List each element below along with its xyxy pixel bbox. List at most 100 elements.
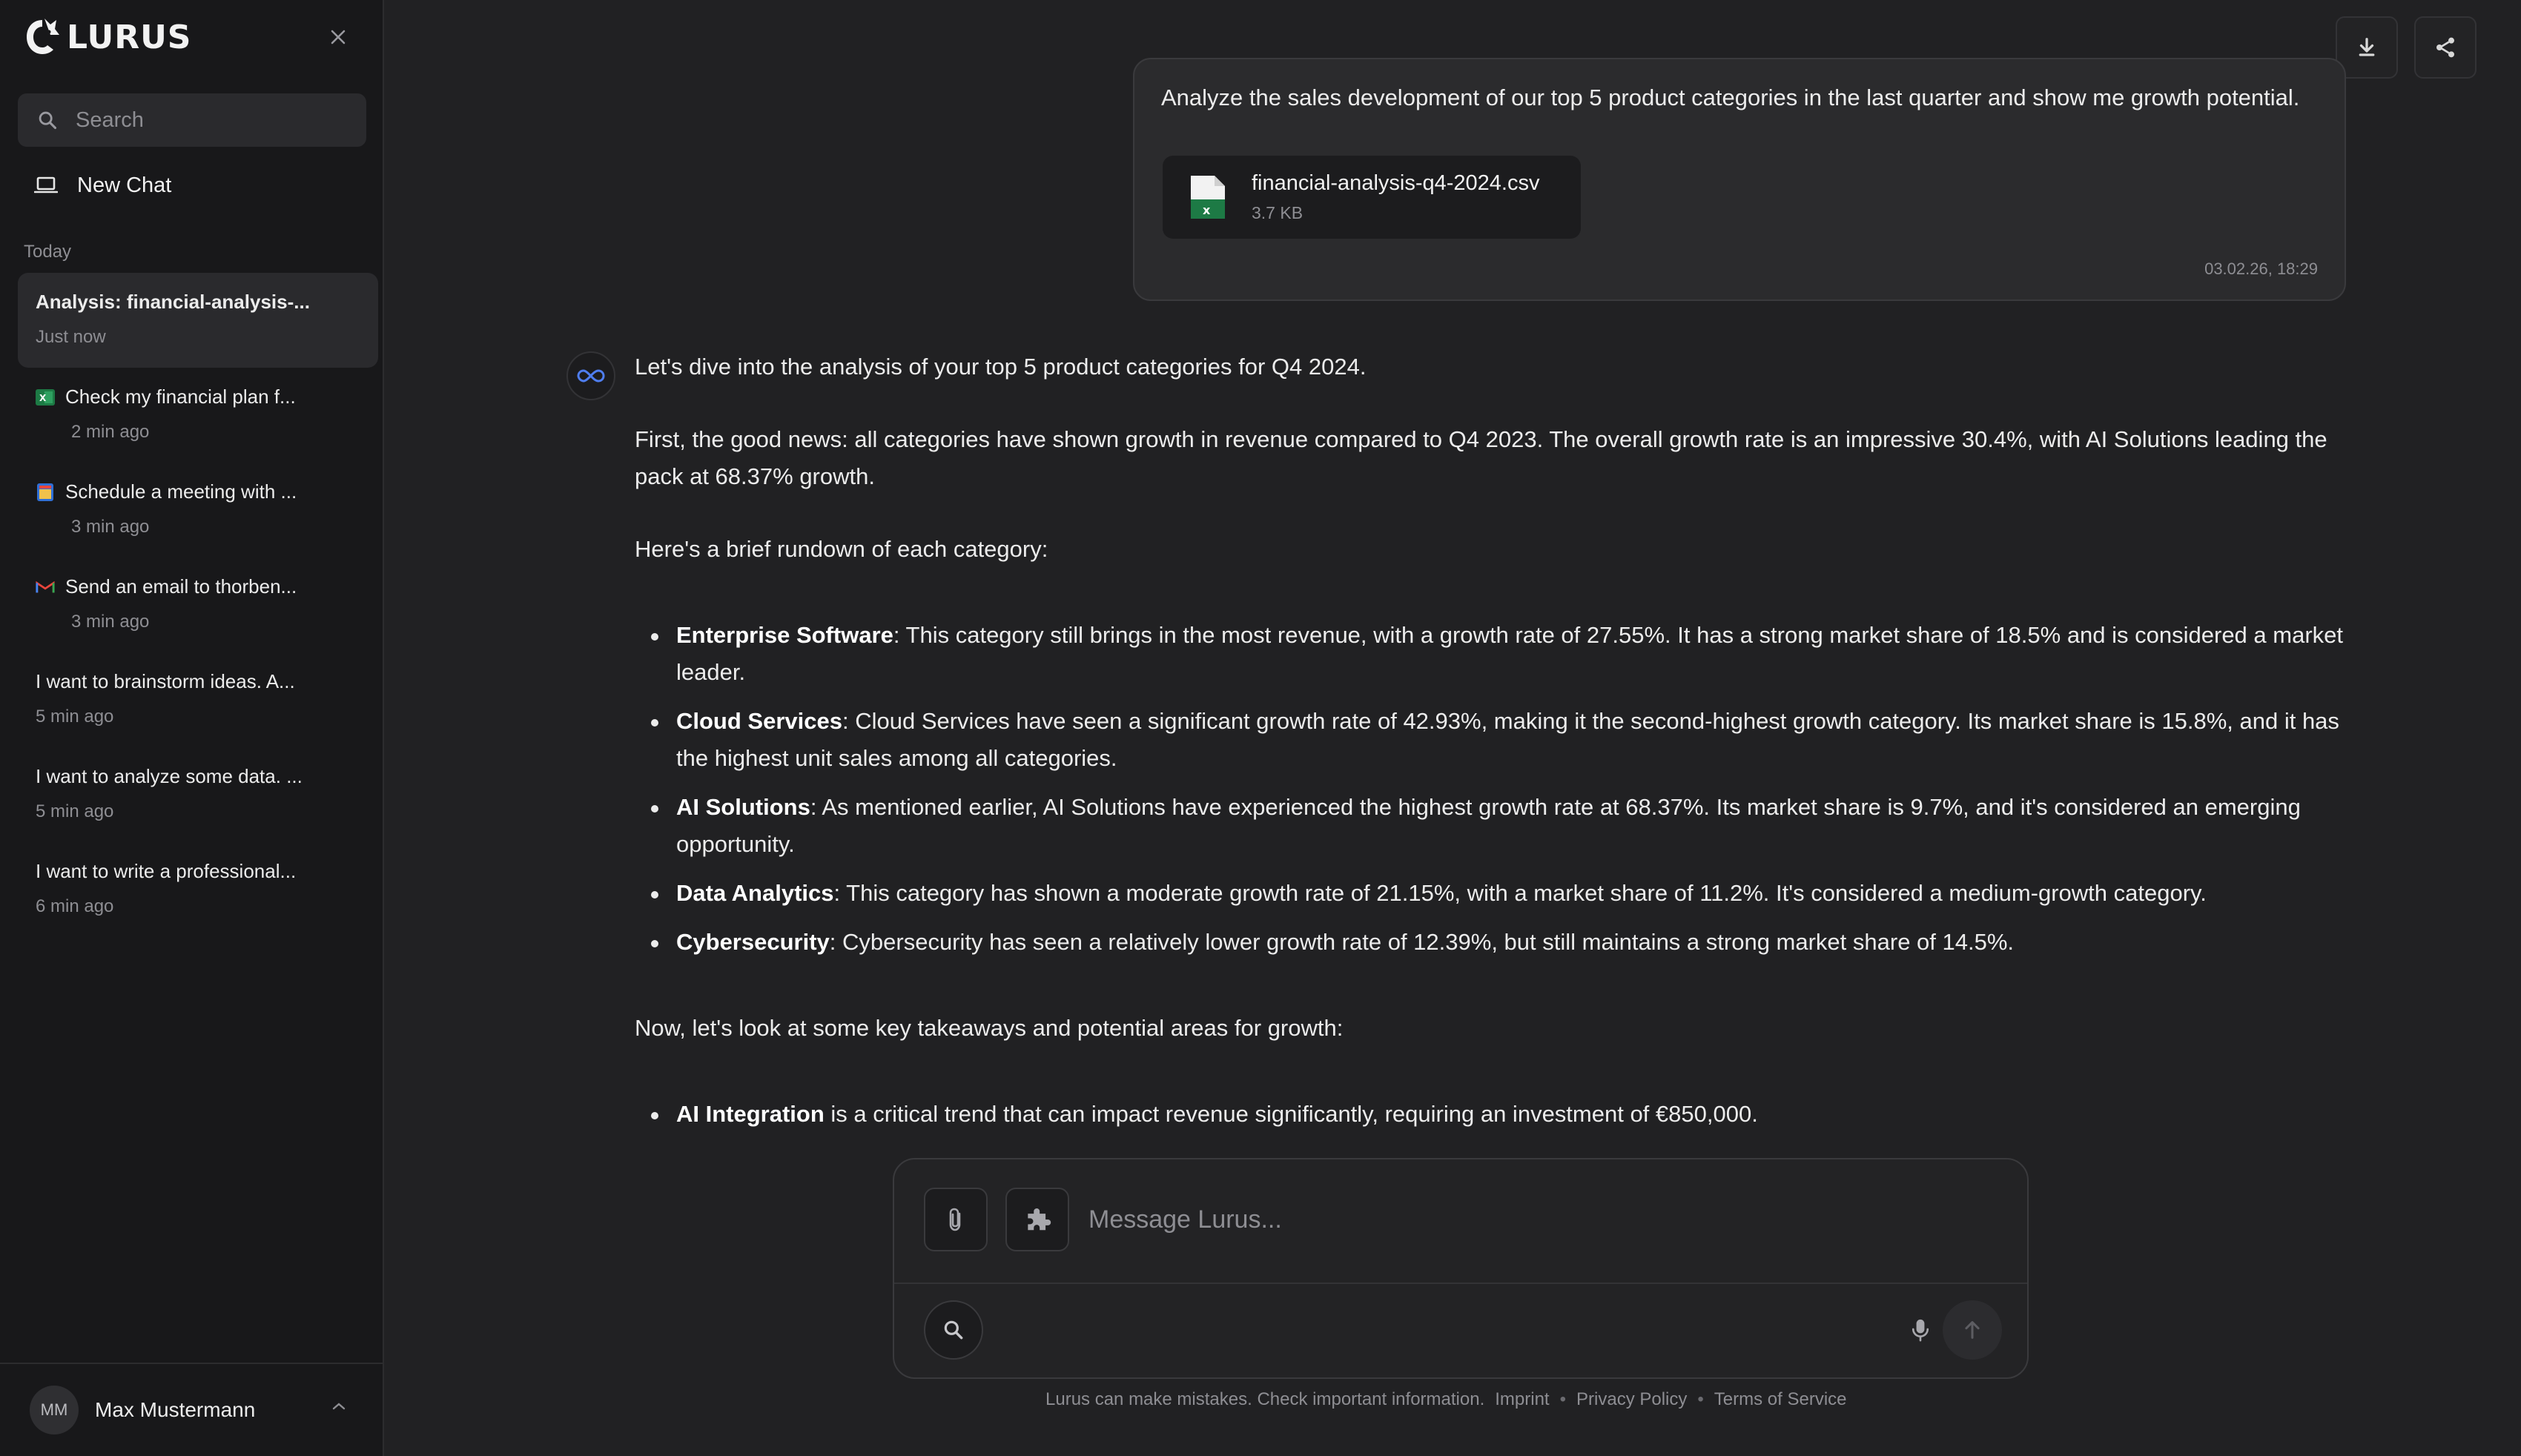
- puzzle-icon: [1028, 1208, 1051, 1231]
- chat-time: 3 min ago: [71, 612, 150, 632]
- chat-time: 2 min ago: [71, 422, 150, 442]
- microphone-icon: [1912, 1319, 1929, 1342]
- chat-history-list: Analysis: financial-analysis-... Just no…: [18, 273, 378, 937]
- new-chat-button[interactable]: New Chat: [18, 162, 366, 209]
- chat-title: I want to brainstorm ideas. A...: [36, 670, 295, 692]
- separator-dot: •: [1697, 1389, 1704, 1409]
- answer-paragraph: Here's a brief rundown of each category:: [635, 536, 1048, 562]
- sidebar: LURUS New Chat Today Analysis: financial…: [0, 0, 384, 1456]
- chat-title: I want to write a professional...: [36, 860, 297, 882]
- category-text: : This category has shown a moderate gro…: [833, 880, 2207, 906]
- close-sidebar-button[interactable]: [323, 22, 353, 52]
- chevron-up-icon: [332, 1403, 346, 1410]
- takeaway-list: AI Integration is a critical trend that …: [635, 1096, 2347, 1133]
- imprint-link[interactable]: Imprint: [1495, 1389, 1549, 1410]
- chat-title: Check my financial plan f...: [65, 385, 296, 408]
- share-icon: [2436, 37, 2454, 58]
- chat-time: 5 min ago: [36, 707, 114, 727]
- avatar: MM: [30, 1386, 79, 1435]
- laptop-icon: [34, 176, 58, 193]
- section-today-label: Today: [24, 242, 72, 262]
- gmail-icon: [36, 578, 55, 597]
- voice-input-button[interactable]: [1891, 1300, 1950, 1360]
- brand-logo[interactable]: LURUS: [22, 13, 192, 61]
- user-name: Max Mustermann: [95, 1398, 256, 1421]
- chat-item[interactable]: Schedule a meeting with ... 3 min ago: [18, 463, 378, 557]
- search-input[interactable]: [76, 107, 357, 133]
- message-composer: [893, 1158, 2029, 1379]
- svg-text:X: X: [39, 393, 47, 403]
- close-icon: [331, 30, 346, 44]
- terms-of-service-link[interactable]: Terms of Service: [1714, 1389, 1847, 1410]
- csv-file-icon: x: [1191, 176, 1225, 219]
- user-message: Analyze the sales development of our top…: [1133, 58, 2346, 301]
- sidebar-search[interactable]: [18, 93, 366, 147]
- takeaway-text: is a critical trend that can impact reve…: [824, 1101, 1758, 1127]
- paperclip-icon: [949, 1208, 961, 1231]
- takeaway-name: AI Integration: [676, 1101, 825, 1127]
- list-item: Data Analytics: This category has shown …: [635, 875, 2347, 912]
- list-item: Enterprise Software: This category still…: [635, 617, 2347, 691]
- chat-title: Send an email to thorben...: [65, 575, 297, 598]
- file-name: financial-analysis-q4-2024.csv: [1252, 171, 1540, 195]
- chat-title: I want to analyze some data. ...: [36, 765, 303, 787]
- search-icon: [944, 1320, 963, 1340]
- category-name: Data Analytics: [676, 880, 834, 906]
- composer-divider: [894, 1283, 2027, 1284]
- chat-title: Schedule a meeting with ...: [65, 480, 297, 503]
- footer: Lurus can make mistakes. Check important…: [1045, 1389, 1847, 1410]
- calendar-icon: [36, 483, 55, 502]
- search-icon: [39, 111, 57, 130]
- file-attachment[interactable]: x financial-analysis-q4-2024.csv 3.7 KB: [1163, 156, 1581, 239]
- category-name: AI Solutions: [676, 794, 810, 820]
- list-item: AI Solutions: As mentioned earlier, AI S…: [635, 789, 2347, 863]
- list-item: Cybersecurity: Cybersecurity has seen a …: [635, 924, 2347, 961]
- answer-paragraph: First, the good news: all categories hav…: [635, 426, 2327, 489]
- user-message-text: Analyze the sales development of our top…: [1161, 85, 2300, 110]
- new-chat-label: New Chat: [77, 173, 172, 197]
- answer-intro: Let's dive into the analysis of your top…: [635, 354, 1367, 380]
- chat-title: Analysis: financial-analysis-...: [36, 291, 310, 313]
- assistant-avatar: [566, 351, 615, 400]
- assistant-message: Let's dive into the analysis of your top…: [635, 348, 2347, 1182]
- chat-item[interactable]: Analysis: financial-analysis-... Just no…: [18, 273, 378, 368]
- download-icon: [2359, 38, 2375, 56]
- category-text: : Cybersecurity has seen a relatively lo…: [829, 929, 2015, 955]
- file-size: 3.7 KB: [1252, 203, 1304, 222]
- lurus-logo-icon: [27, 19, 59, 54]
- excel-icon: X: [36, 388, 55, 407]
- web-search-button[interactable]: [924, 1300, 983, 1360]
- svg-text:x: x: [1203, 203, 1211, 217]
- message-input[interactable]: [1088, 1195, 1978, 1244]
- category-text: : This category still brings in the most…: [676, 622, 2344, 685]
- message-timestamp: 03.02.26, 18:29: [2204, 259, 2318, 278]
- separator-dot: •: [1559, 1389, 1567, 1409]
- chat-item[interactable]: I want to brainstorm ideas. A... 5 min a…: [18, 652, 378, 747]
- category-name: Enterprise Software: [676, 622, 893, 648]
- category-text: : As mentioned earlier, AI Solutions hav…: [676, 794, 2301, 857]
- user-menu[interactable]: MM Max Mustermann: [0, 1363, 383, 1456]
- chat-time: Just now: [36, 327, 106, 347]
- attach-button[interactable]: [924, 1188, 988, 1251]
- chat-item[interactable]: I want to write a professional... 6 min …: [18, 842, 378, 937]
- plugins-button[interactable]: [1005, 1188, 1069, 1251]
- chat-time: 3 min ago: [71, 517, 150, 537]
- category-name: Cybersecurity: [676, 929, 830, 955]
- privacy-policy-link[interactable]: Privacy Policy: [1576, 1389, 1687, 1410]
- meta-infinity-icon: [577, 369, 605, 383]
- chat-item[interactable]: X Check my financial plan f... 2 min ago: [18, 368, 378, 463]
- share-button[interactable]: [2414, 16, 2477, 79]
- chat-item[interactable]: Send an email to thorben... 3 min ago: [18, 557, 378, 652]
- brand-name: LURUS: [67, 18, 192, 56]
- category-name: Cloud Services: [676, 708, 842, 734]
- arrow-up-icon: [1965, 1321, 1980, 1339]
- chat-item[interactable]: I want to analyze some data. ... 5 min a…: [18, 747, 378, 842]
- category-text: : Cloud Services have seen a significant…: [676, 708, 2339, 771]
- category-list: Enterprise Software: This category still…: [635, 617, 2347, 961]
- chat-time: 6 min ago: [36, 896, 114, 916]
- disclaimer-text: Lurus can make mistakes. Check important…: [1045, 1389, 1485, 1409]
- answer-paragraph: Now, let's look at some key takeaways an…: [635, 1015, 1344, 1041]
- list-item: AI Integration is a critical trend that …: [635, 1096, 2347, 1133]
- send-button[interactable]: [1943, 1300, 2002, 1360]
- list-item: Cloud Services: Cloud Services have seen…: [635, 703, 2347, 777]
